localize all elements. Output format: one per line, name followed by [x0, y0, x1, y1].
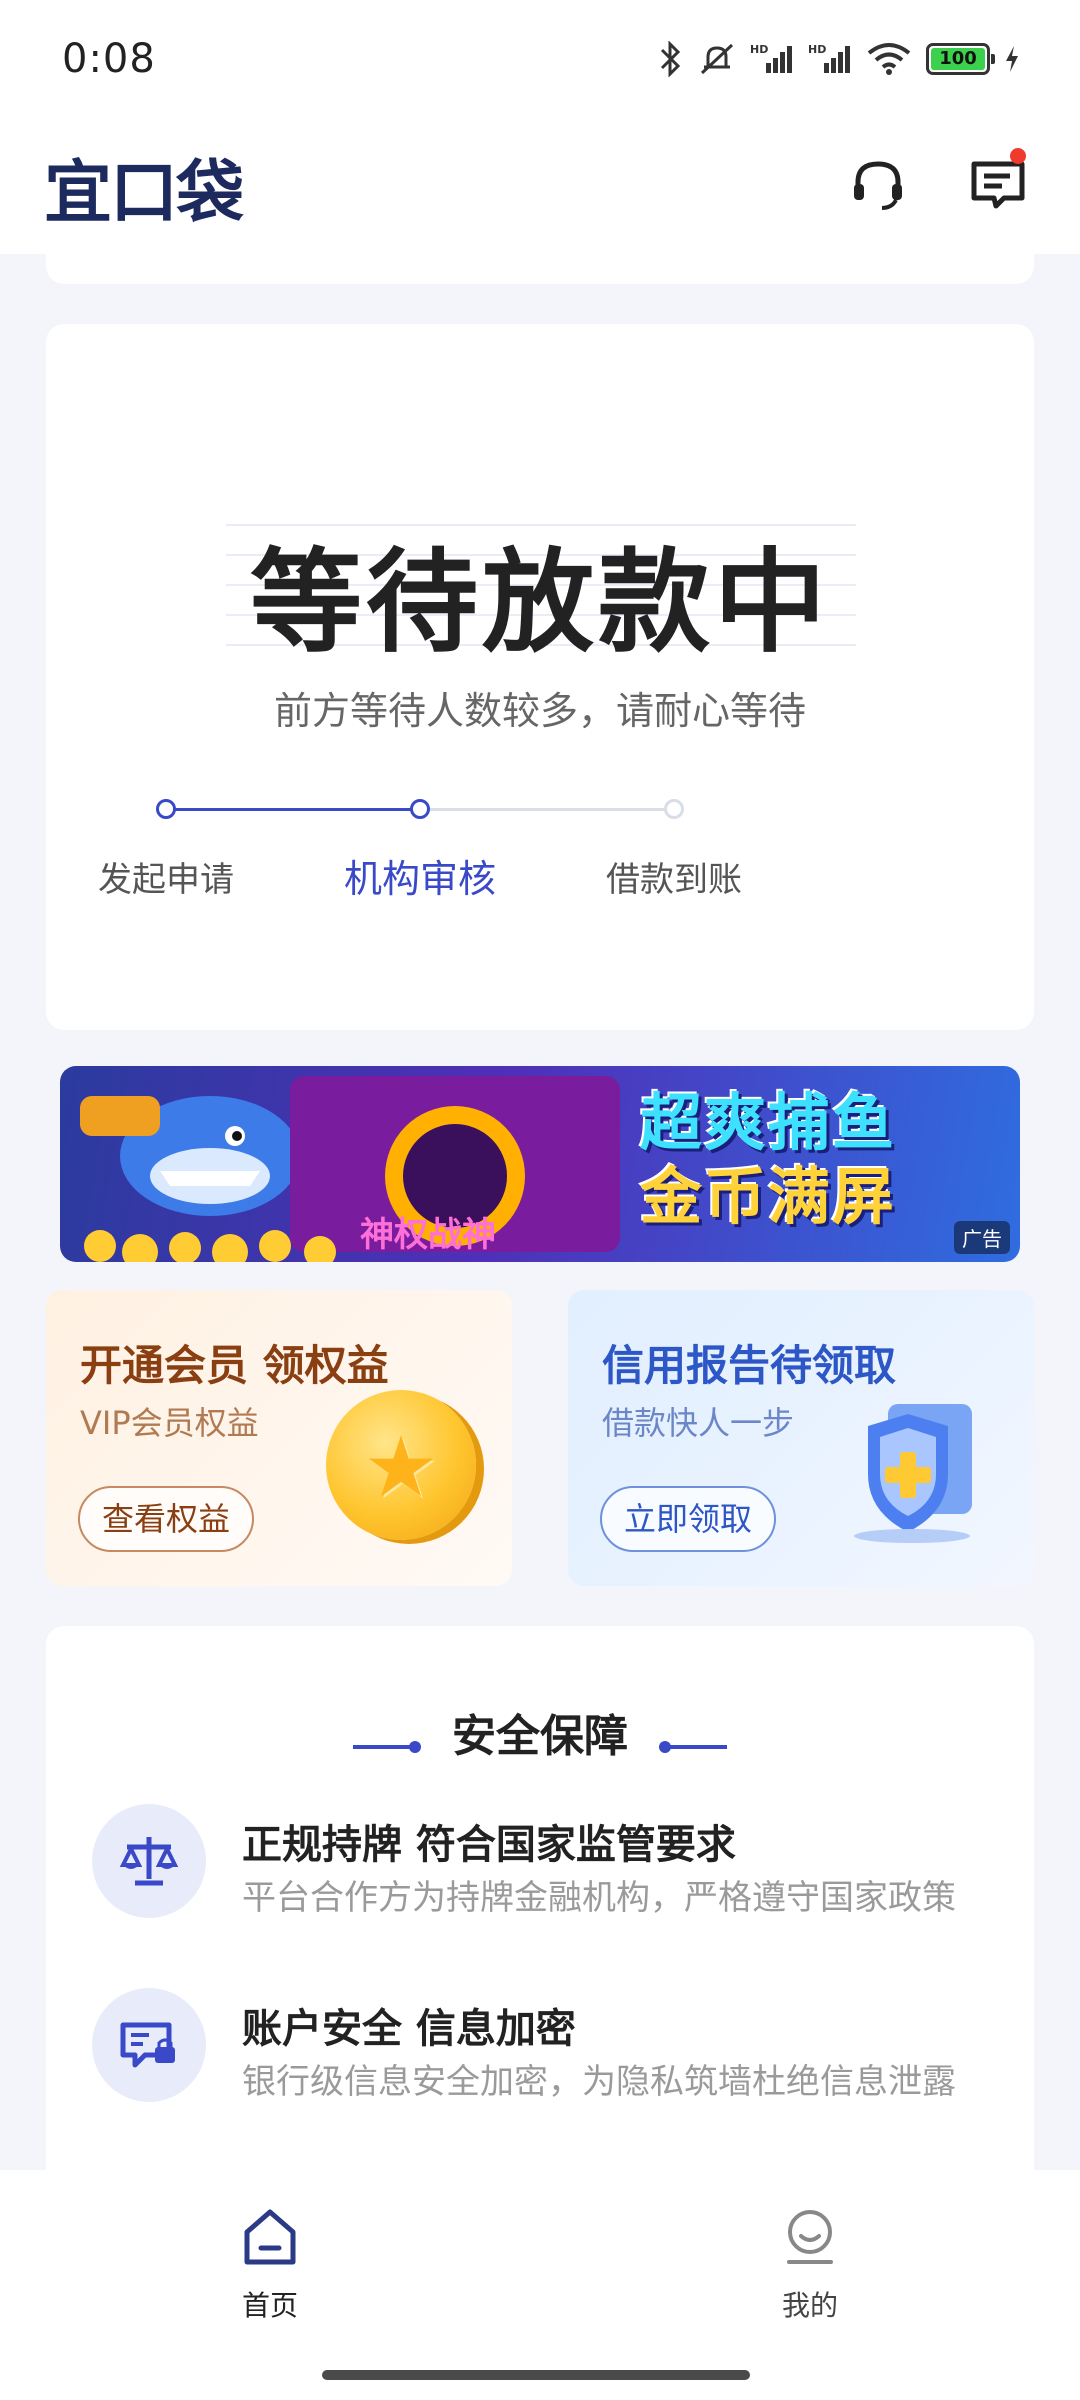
status-time: 0:08	[62, 36, 156, 82]
progress-track-todo	[420, 808, 674, 811]
tab-home[interactable]: 首页	[170, 2206, 370, 2324]
safety-item-encryption: 账户安全 信息加密 银行级信息安全加密，为隐私筑墙杜绝信息泄露	[92, 1988, 1012, 2108]
safety-title: 安全保障	[452, 1711, 628, 1762]
wifi-icon	[866, 41, 912, 77]
tab-home-label: 首页	[241, 2289, 298, 2322]
loan-status-title: 等待放款中	[250, 538, 830, 668]
status-bar: 0:08 HD HD 100	[0, 0, 1080, 118]
step-arrive: 借款到账	[606, 860, 742, 900]
app-logo: 宜口袋	[44, 153, 244, 233]
svg-text:神权战神: 神权战神	[360, 1215, 496, 1255]
heading-right-decor	[659, 1740, 728, 1753]
progress-track-done	[166, 808, 420, 811]
svg-text:HD: HD	[750, 43, 768, 56]
signal-hd-icon-2: HD	[808, 41, 852, 77]
vip-promo-card[interactable]: 开通会员 领权益 VIP会员权益 查看权益 ★	[46, 1290, 512, 1586]
headset-icon[interactable]	[848, 154, 908, 218]
message-icon	[968, 161, 1028, 218]
safety-item-title: 正规持牌 符合国家监管要求	[242, 1822, 736, 1868]
message-button[interactable]	[968, 148, 1028, 218]
safety-heading: 安全保障	[46, 1700, 1034, 1764]
gold-coin-icon: ★	[326, 1390, 476, 1540]
status-icons: HD HD 100	[658, 41, 1020, 77]
progress-node-arrive	[664, 799, 684, 819]
signal-hd-icon-1: HD	[750, 41, 794, 77]
shield-icon	[854, 1404, 972, 1543]
heading-left-decor	[352, 1740, 421, 1753]
loan-status-card: 等待放款中 前方等待人数较多，请耐心等待 发起申请 机构审核 借款到账	[46, 324, 1034, 1030]
previous-card-edge	[46, 254, 1034, 284]
banner-line-1: 超爽捕鱼	[640, 1086, 897, 1159]
progress-node-review	[410, 799, 430, 819]
credit-report-card[interactable]: 信用报告待领取 借款快人一步 立即领取	[568, 1290, 1034, 1586]
charging-icon	[1004, 44, 1020, 74]
tab-mine-label: 我的	[781, 2289, 838, 2322]
bluetooth-icon	[658, 41, 684, 77]
banner-line-2: 金币满屏	[640, 1160, 897, 1233]
step-apply: 发起申请	[98, 860, 234, 900]
credit-title: 信用报告待领取	[602, 1341, 897, 1390]
bottom-tab-bar: 首页 我的	[0, 2170, 1080, 2400]
banner-headline: 超爽捕鱼 金币满屏	[640, 1086, 896, 1234]
battery-icon: 100	[926, 43, 995, 75]
credit-subtitle: 借款快人一步	[602, 1404, 795, 1442]
view-benefits-button[interactable]: 查看权益	[78, 1486, 255, 1552]
safety-item-title: 账户安全 信息加密	[242, 2006, 576, 2052]
unread-dot	[1010, 148, 1026, 164]
profile-icon	[787, 2210, 833, 2264]
battery-level: 100	[931, 48, 985, 70]
progress-node-apply	[156, 799, 176, 819]
secure-card-icon	[92, 1988, 206, 2102]
vip-title: 开通会员 领权益	[80, 1341, 389, 1390]
claim-now-button[interactable]: 立即领取	[600, 1486, 777, 1552]
svg-text:HD: HD	[808, 43, 826, 56]
step-review: 机构审核	[343, 857, 497, 901]
app-header: 宜口袋	[0, 118, 1080, 254]
ad-tag: 广告	[954, 1221, 1010, 1254]
safety-item-desc: 平台合作方为持牌金融机构，严格遵守国家政策	[242, 1878, 956, 1918]
home-icon	[244, 2209, 296, 2265]
loan-status-subtitle: 前方等待人数较多，请耐心等待	[273, 689, 806, 733]
loan-progress: 发起申请 机构审核 借款到账	[46, 788, 1034, 908]
game-artwork: 神权战神	[80, 1076, 620, 1262]
tab-mine[interactable]: 我的	[710, 2206, 910, 2324]
header-actions	[848, 148, 1028, 218]
gesture-home-bar[interactable]	[322, 2370, 750, 2380]
ad-banner[interactable]: 神权战神 超爽捕鱼 金币满屏 广告	[60, 1066, 1020, 1262]
balance-scale-icon	[92, 1804, 206, 1918]
mute-bell-icon	[698, 41, 736, 77]
safety-item-desc: 银行级信息安全加密，为隐私筑墙杜绝信息泄露	[242, 2062, 956, 2102]
safety-item-license: 正规持牌 符合国家监管要求 平台合作方为持牌金融机构，严格遵守国家政策	[92, 1804, 1012, 1924]
vip-subtitle: VIP会员权益	[80, 1404, 259, 1442]
safety-section: 安全保障 正规持牌 符合国家监管要求 平台合作方为持牌金融机构，严格遵守国家政策…	[46, 1626, 1034, 2186]
